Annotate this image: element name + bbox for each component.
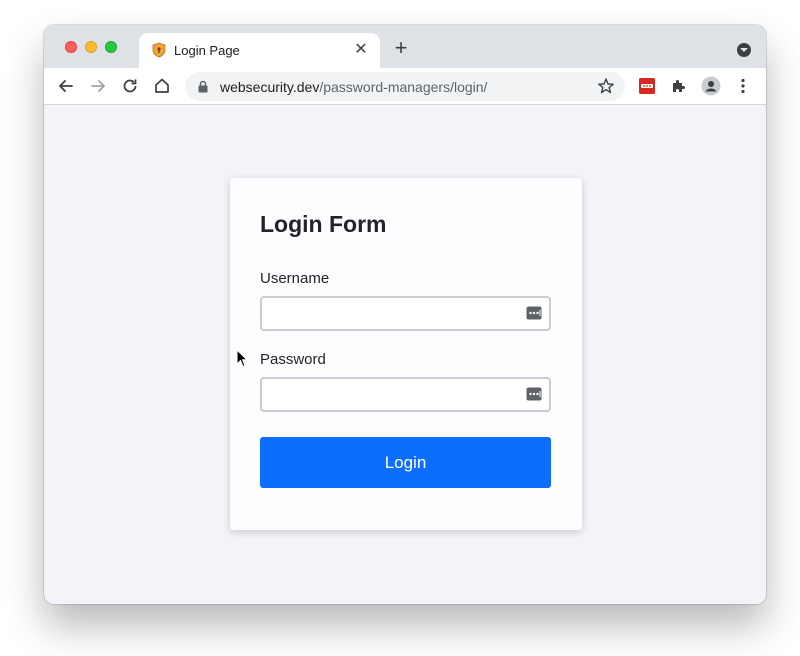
- browser-window: Login Page ✕ + websecurity.dev/password-…: [44, 25, 766, 604]
- page-content: Login Form Username Password Login: [44, 105, 766, 604]
- tab-title: Login Page: [174, 43, 240, 58]
- forward-arrow-icon[interactable]: [88, 76, 108, 96]
- url-path: /password-managers/login/: [319, 79, 488, 95]
- profile-avatar-icon[interactable]: [701, 76, 721, 96]
- address-bar[interactable]: websecurity.dev/password-managers/login/: [185, 72, 625, 101]
- extensions-puzzle-icon[interactable]: [669, 76, 689, 96]
- password-manager-extension-icon[interactable]: [637, 76, 657, 96]
- tab-search-icon[interactable]: [737, 43, 751, 57]
- back-arrow-icon[interactable]: [56, 76, 76, 96]
- password-input[interactable]: [262, 379, 512, 410]
- login-button[interactable]: Login: [260, 437, 551, 488]
- close-window-button[interactable]: [65, 41, 77, 53]
- close-tab-icon[interactable]: ✕: [352, 41, 370, 59]
- password-label: Password: [260, 351, 326, 368]
- page-title: Login Form: [260, 211, 387, 237]
- lock-icon[interactable]: [197, 80, 209, 93]
- password-manager-icon[interactable]: [526, 387, 542, 401]
- login-card: Login Form Username Password Login: [230, 178, 582, 530]
- password-field[interactable]: [260, 377, 551, 412]
- username-label: Username: [260, 270, 330, 287]
- username-input[interactable]: [262, 298, 512, 329]
- mouse-cursor-icon: [236, 349, 248, 368]
- home-icon[interactable]: [152, 76, 172, 96]
- reload-icon[interactable]: [120, 76, 140, 96]
- url-host: websecurity.dev: [220, 79, 320, 95]
- tab-login-page[interactable]: Login Page ✕: [139, 33, 380, 68]
- shield-icon: [152, 42, 166, 58]
- password-manager-icon[interactable]: [526, 306, 542, 320]
- minimize-window-button[interactable]: [85, 41, 97, 53]
- url-text[interactable]: websecurity.dev/password-managers/login/: [220, 79, 487, 95]
- bookmark-star-icon[interactable]: [597, 77, 615, 95]
- username-field[interactable]: [260, 296, 551, 331]
- tab-strip: Login Page ✕ +: [44, 25, 766, 68]
- browser-toolbar: websecurity.dev/password-managers/login/: [44, 68, 766, 105]
- new-tab-button[interactable]: +: [390, 37, 412, 60]
- maximize-window-button[interactable]: [105, 41, 117, 53]
- more-menu-icon[interactable]: [733, 76, 753, 96]
